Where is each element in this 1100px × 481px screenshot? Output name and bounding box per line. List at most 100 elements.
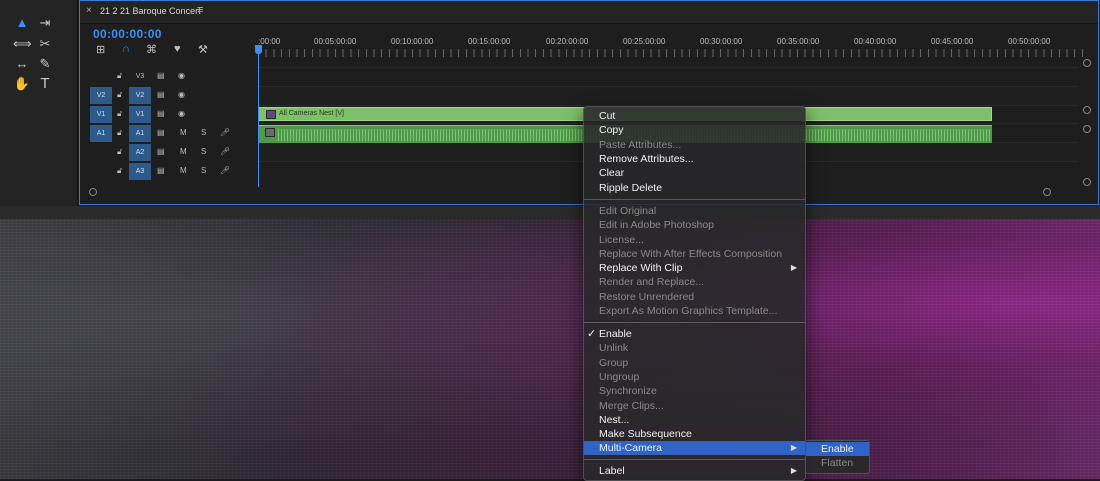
menu-item-label: Enable — [599, 328, 632, 340]
microphone-icon[interactable]: 🎤︎ — [220, 128, 230, 137]
horizontal-scroll-start-knob[interactable] — [89, 188, 97, 196]
menu-separator — [584, 199, 805, 200]
sync-lock-icon[interactable]: ▤ — [157, 109, 165, 118]
submenu-item-enable[interactable]: Enable — [806, 442, 869, 456]
menu-item-edit-in-photoshop[interactable]: Edit in Adobe Photoshop — [584, 218, 805, 232]
microphone-icon[interactable]: 🎤︎ — [220, 147, 230, 156]
menu-item-copy[interactable]: Copy — [584, 123, 805, 137]
hand-tool-icon[interactable]: ✋ — [13, 75, 31, 93]
lock-icon[interactable]: 🔓︎ — [117, 166, 122, 176]
solo-button[interactable]: S — [201, 128, 206, 137]
menu-item-ungroup[interactable]: Ungroup — [584, 370, 805, 384]
time-ruler[interactable]: :00:00 00:05:00:00 00:10:00:00 00:15:00:… — [258, 25, 1088, 59]
vertical-scroll-knob[interactable] — [1083, 106, 1091, 114]
fx-badge-icon — [266, 110, 276, 119]
track-name[interactable]: V1 — [129, 106, 151, 123]
submenu-arrow-icon: ▶ — [790, 263, 797, 272]
menu-item-label-submenu[interactable]: Label ▶ — [584, 464, 805, 478]
track-name[interactable]: A1 — [129, 125, 151, 142]
lock-icon[interactable]: 🔓︎ — [117, 71, 122, 81]
ruler-label: 00:20:00:00 — [546, 37, 589, 46]
mute-button[interactable]: M — [180, 147, 187, 156]
razor-tool-icon[interactable]: ✂ — [36, 35, 54, 53]
track-name[interactable]: A2 — [129, 144, 151, 161]
track-name[interactable]: V3 — [129, 68, 151, 85]
submenu-item-flatten[interactable]: Flatten — [806, 456, 869, 470]
pen-tool-icon[interactable]: ✎ — [36, 55, 54, 73]
track-name[interactable]: A3 — [129, 163, 151, 180]
solo-button[interactable]: S — [201, 166, 206, 175]
source-patch[interactable]: A1 — [90, 125, 112, 142]
vertical-scroll-knob[interactable] — [1083, 178, 1091, 186]
menu-item-paste-attributes[interactable]: Paste Attributes... — [584, 138, 805, 152]
mute-button[interactable]: M — [180, 128, 187, 137]
linked-selection-icon[interactable]: ⌘ — [146, 43, 157, 56]
vertical-scroll-knob[interactable] — [1083, 59, 1091, 67]
menu-item-license[interactable]: License... — [584, 233, 805, 247]
panel-menu-icon[interactable]: ≡ — [197, 4, 203, 16]
menu-item-restore-unrendered[interactable]: Restore Unrendered — [584, 290, 805, 304]
solo-button[interactable]: S — [201, 147, 206, 156]
menu-item-export-mogrt[interactable]: Export As Motion Graphics Template... — [584, 304, 805, 318]
playhead-timecode[interactable]: 00:00:00:00 — [93, 27, 162, 41]
nest-toggle-icon[interactable]: ⊞ — [96, 43, 105, 56]
horizontal-scroll-end-knob[interactable] — [1043, 188, 1051, 196]
menu-item-label: Multi-Camera — [599, 442, 663, 454]
sync-lock-icon[interactable]: ▤ — [157, 166, 165, 175]
menu-item-edit-original[interactable]: Edit Original — [584, 204, 805, 218]
menu-separator — [584, 322, 805, 323]
eye-icon[interactable]: ◉ — [178, 109, 185, 118]
sync-lock-icon[interactable]: ▤ — [157, 90, 165, 99]
microphone-icon[interactable]: 🎤︎ — [220, 166, 230, 175]
close-icon[interactable]: × — [86, 5, 92, 16]
ruler-label: 00:30:00:00 — [700, 37, 743, 46]
ruler-label: 00:45:00:00 — [931, 37, 974, 46]
menu-item-group[interactable]: Group — [584, 356, 805, 370]
source-patch[interactable]: V2 — [90, 87, 112, 104]
track-header-a3: 🔓︎ A3 ▤ M S 🎤︎ — [80, 163, 1080, 181]
menu-item-multi-camera[interactable]: Multi-Camera ▶ — [584, 441, 805, 455]
playhead-line[interactable] — [258, 45, 259, 187]
ripple-edit-tool-icon[interactable]: ⟺ — [13, 35, 32, 53]
multi-camera-submenu: Enable Flatten — [805, 440, 870, 474]
source-patch[interactable]: V1 — [90, 106, 112, 123]
menu-item-render-and-replace[interactable]: Render and Replace... — [584, 275, 805, 289]
menu-separator — [584, 459, 805, 460]
lock-icon[interactable]: 🔓︎ — [117, 147, 122, 157]
menu-item-merge-clips[interactable]: Merge Clips... — [584, 399, 805, 413]
slip-tool-icon[interactable]: ↔ — [13, 55, 31, 73]
lock-icon[interactable]: 🔓︎ — [117, 128, 122, 138]
timeline-settings-icon[interactable]: ⚒ — [198, 43, 208, 56]
menu-item-nest[interactable]: Nest... — [584, 413, 805, 427]
type-tool-icon[interactable]: T — [36, 75, 54, 93]
menu-item-cut[interactable]: Cut — [584, 109, 805, 123]
selection-tool-icon[interactable]: ▲ — [13, 14, 31, 32]
snap-magnet-icon[interactable]: ∩ — [122, 43, 130, 55]
lock-icon[interactable]: 🔓︎ — [117, 109, 122, 119]
ruler-label: 00:40:00:00 — [854, 37, 897, 46]
video-clip-label: All Cameras Nest [V] — [279, 110, 344, 117]
sync-lock-icon[interactable]: ▤ — [157, 128, 165, 137]
eye-icon[interactable]: ◉ — [178, 90, 185, 99]
sync-lock-icon[interactable]: ▤ — [157, 71, 165, 80]
sync-lock-icon[interactable]: ▤ — [157, 147, 165, 156]
menu-item-synchronize[interactable]: Synchronize — [584, 384, 805, 398]
track-name[interactable]: V2 — [129, 87, 151, 104]
menu-item-label: Label — [599, 465, 625, 477]
menu-item-unlink[interactable]: Unlink — [584, 341, 805, 355]
vertical-scroll-knob[interactable] — [1083, 125, 1091, 133]
sequence-tab-title[interactable]: 21 2 21 Baroque Concert — [100, 6, 201, 16]
eye-icon[interactable]: ◉ — [178, 71, 185, 80]
menu-item-make-subsequence[interactable]: Make Subsequence — [584, 427, 805, 441]
lock-icon[interactable]: 🔓︎ — [117, 90, 122, 100]
menu-item-remove-attributes[interactable]: Remove Attributes... — [584, 152, 805, 166]
menu-item-replace-with-clip[interactable]: Replace With Clip ▶ — [584, 261, 805, 275]
menu-item-clear[interactable]: Clear — [584, 166, 805, 180]
track-select-tool-icon[interactable]: ⇥ — [36, 14, 54, 32]
menu-item-replace-with-ae-comp[interactable]: Replace With After Effects Composition — [584, 247, 805, 261]
menu-item-enable[interactable]: ✓ Enable — [584, 327, 805, 341]
mute-button[interactable]: M — [180, 166, 187, 175]
ruler-label: 00:50:00:00 — [1008, 37, 1051, 46]
menu-item-ripple-delete[interactable]: Ripple Delete — [584, 181, 805, 195]
add-marker-icon[interactable]: ♥ — [174, 43, 181, 55]
